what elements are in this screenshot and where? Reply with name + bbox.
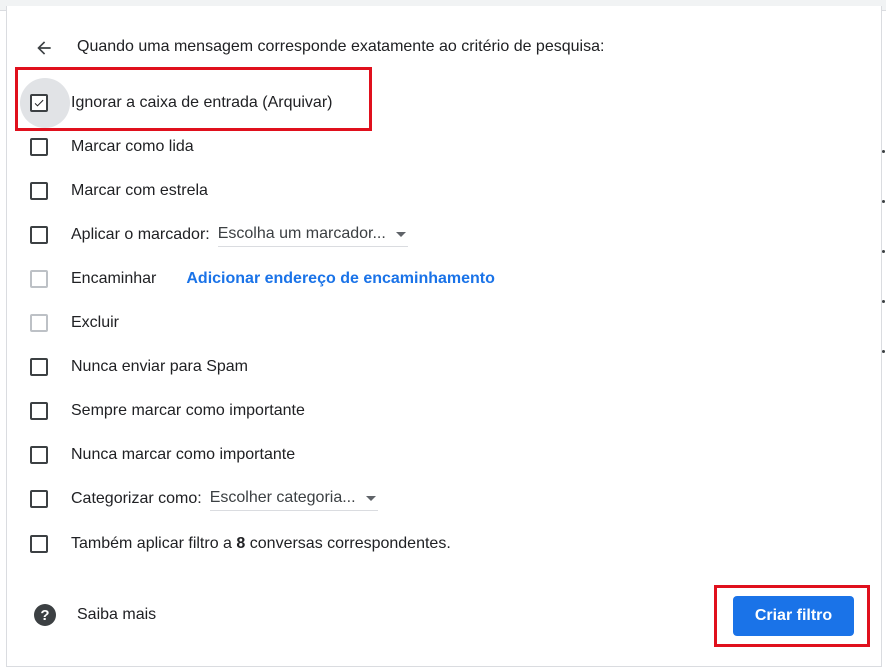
option-never-spam[interactable]: Nunca enviar para Spam: [30, 352, 248, 382]
star-label: Marcar com estrela: [71, 182, 208, 199]
label-select-value: Escolha um marcador...: [217, 225, 386, 242]
category-select-value: Escolher categoria...: [209, 489, 356, 506]
option-always-important[interactable]: Sempre marcar como importante: [30, 396, 305, 426]
categorize-checkbox[interactable]: [30, 490, 48, 508]
delete-checkbox[interactable]: [30, 314, 48, 332]
dropdown-caret-icon: [395, 231, 406, 237]
option-categorize[interactable]: Categorizar como: Escolher categoria...: [30, 484, 378, 514]
option-apply-label[interactable]: Aplicar o marcador: Escolha um marcador.…: [30, 220, 408, 250]
criteria-header: Quando uma mensagem corresponde exatamen…: [77, 38, 605, 55]
star-checkbox[interactable]: [30, 182, 48, 200]
learn-more-link[interactable]: Saiba mais: [77, 606, 156, 624]
help-icon[interactable]: ?: [34, 604, 56, 626]
highlight-box-archive: [15, 67, 372, 131]
never-spam-label: Nunca enviar para Spam: [71, 358, 248, 375]
forward-checkbox[interactable]: [30, 270, 48, 288]
apply-label-checkbox[interactable]: [30, 226, 48, 244]
also-apply-checkbox[interactable]: [30, 535, 48, 553]
mark-read-label: Marcar como lida: [71, 138, 194, 155]
never-important-label: Nunca marcar como importante: [71, 446, 296, 463]
apply-label-label: Aplicar o marcador:: [71, 226, 210, 243]
categorize-label: Categorizar como:: [71, 490, 202, 507]
edge-dots: [882, 150, 885, 400]
highlight-box-create-filter: [714, 585, 870, 647]
back-arrow-icon[interactable]: [32, 36, 56, 60]
delete-label: Excluir: [71, 314, 120, 331]
category-select[interactable]: Escolher categoria...: [209, 487, 378, 511]
never-important-checkbox[interactable]: [30, 446, 48, 464]
never-spam-checkbox[interactable]: [30, 358, 48, 376]
also-apply-suffix: conversas correspondentes.: [249, 535, 451, 552]
always-important-label: Sempre marcar como importante: [71, 402, 305, 419]
also-apply-prefix: Também aplicar filtro a: [71, 535, 232, 552]
option-never-important[interactable]: Nunca marcar como importante: [30, 440, 295, 470]
label-select[interactable]: Escolha um marcador...: [217, 223, 408, 247]
always-important-checkbox[interactable]: [30, 402, 48, 420]
option-also-apply[interactable]: Também aplicar filtro a 8 conversas corr…: [30, 529, 451, 559]
dropdown-caret-icon: [365, 495, 376, 501]
also-apply-label: Também aplicar filtro a 8 conversas corr…: [71, 535, 451, 553]
option-star[interactable]: Marcar com estrela: [30, 176, 208, 206]
forward-label: Encaminhar: [71, 270, 157, 287]
mark-read-checkbox[interactable]: [30, 138, 48, 156]
add-forwarding-address-link[interactable]: Adicionar endereço de encaminhamento: [186, 270, 495, 288]
option-mark-read[interactable]: Marcar como lida: [30, 132, 194, 162]
option-forward[interactable]: Encaminhar Adicionar endereço de encamin…: [30, 264, 495, 294]
option-delete[interactable]: Excluir: [30, 308, 119, 338]
matching-count: 8: [236, 535, 246, 552]
